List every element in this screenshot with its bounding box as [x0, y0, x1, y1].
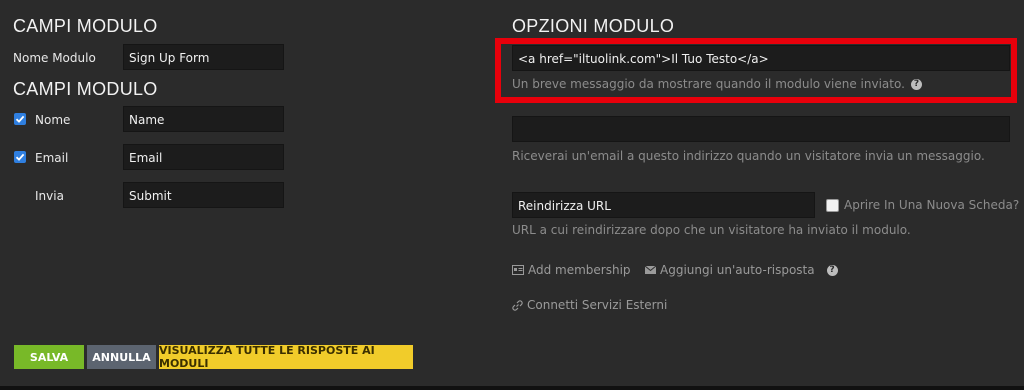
form-name-label: Nome Modulo	[13, 51, 96, 65]
cancel-button[interactable]: ANNULLA	[87, 345, 156, 369]
field-invia-input[interactable]: Submit	[123, 182, 284, 208]
redirect-url-input[interactable]: Reindirizza URL	[512, 192, 815, 218]
envelope-icon	[645, 266, 656, 274]
link-icon	[512, 299, 523, 311]
form-name-input[interactable]: Sign Up Form	[123, 44, 284, 70]
notification-email-help: Riceverai un'email a questo indirizzo qu…	[512, 149, 985, 163]
add-membership-label: Add membership	[528, 263, 631, 277]
success-message-help: Un breve messaggio da mostrare quando il…	[512, 77, 922, 91]
question-icon[interactable]: ?	[910, 78, 922, 90]
add-membership-link[interactable]: Add membership	[512, 263, 631, 277]
view-all-responses-button[interactable]: VISUALIZZA TUTTE LE RISPOSTE AI MODULI	[159, 344, 413, 370]
field-email-input[interactable]: Email	[123, 144, 284, 170]
success-message-help-text: Un breve messaggio da mostrare quando il…	[512, 77, 905, 91]
section-title-form-fields-2: CAMPI MODULO	[13, 79, 158, 99]
field-invia-label: Invia	[35, 189, 64, 203]
new-tab-label: Aprire In Una Nuova Scheda?	[844, 198, 1020, 212]
save-button[interactable]: SALVA	[14, 345, 84, 369]
connect-services-link[interactable]: Connetti Servizi Esterni	[512, 298, 667, 312]
section-title-form-options: OPZIONI MODULO	[512, 16, 675, 36]
notification-email-input[interactable]	[512, 116, 1010, 142]
field-nome-input[interactable]: Name	[123, 106, 284, 132]
field-nome-checkbox[interactable]	[14, 113, 26, 125]
connect-services-label: Connetti Servizi Esterni	[527, 298, 668, 312]
check-icon	[15, 115, 25, 123]
check-icon	[15, 153, 25, 161]
field-email-label: Email	[35, 151, 69, 165]
redirect-url-help: URL a cui reindirizzare dopo che un visi…	[512, 223, 911, 237]
add-autoresponder-link[interactable]: Aggiungi un'auto-risposta ?	[645, 263, 838, 277]
new-tab-checkbox[interactable]	[826, 199, 839, 212]
field-nome-label: Nome	[35, 113, 71, 127]
field-email-checkbox[interactable]	[14, 151, 26, 163]
id-card-icon	[512, 265, 524, 275]
section-title-form-fields: CAMPI MODULO	[13, 16, 158, 36]
add-autoresponder-label: Aggiungi un'auto-risposta	[660, 263, 815, 277]
bottom-divider	[0, 386, 1024, 390]
question-icon[interactable]: ?	[826, 264, 838, 276]
success-message-input[interactable]: <a href="iltuolink.com">Il Tuo Testo</a>	[512, 45, 1010, 71]
